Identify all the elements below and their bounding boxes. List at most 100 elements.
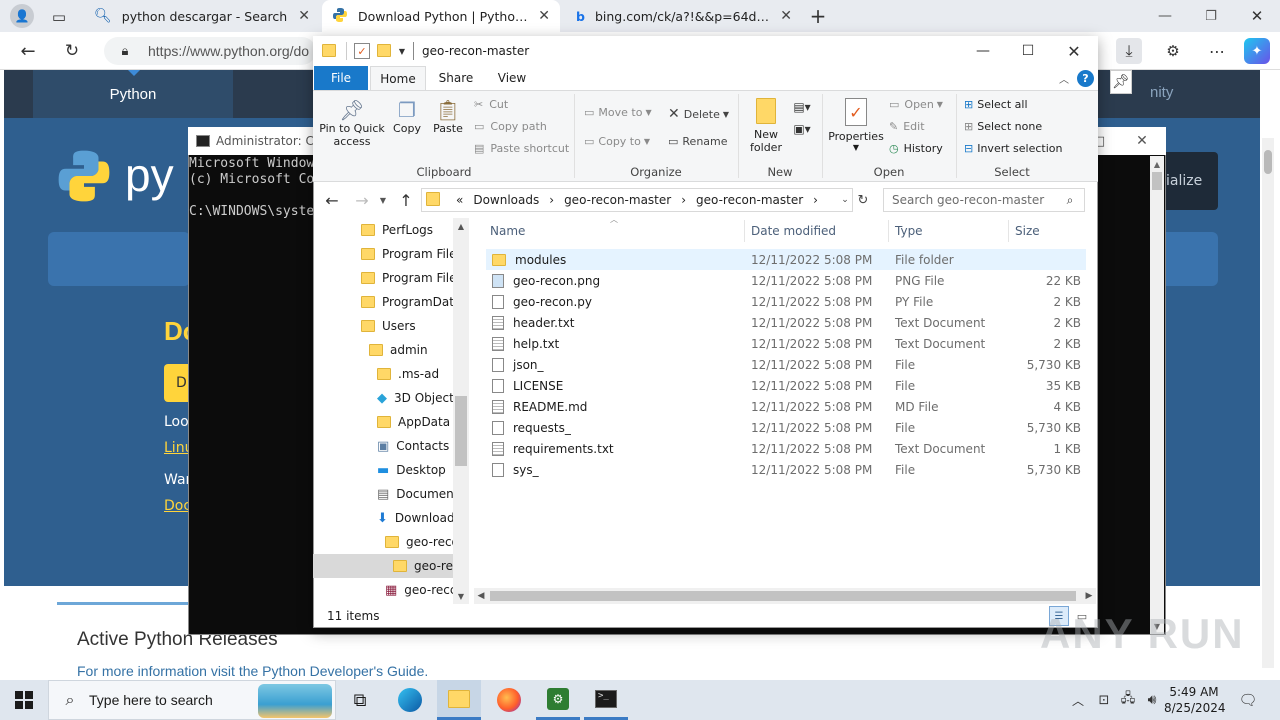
firefox-taskbar-icon[interactable]	[487, 680, 531, 720]
scroll-left-icon[interactable]: ◀	[474, 590, 488, 602]
delete-button[interactable]: ✕ Delete ▼	[668, 106, 729, 122]
nav-tree-item[interactable]: admin	[313, 338, 453, 362]
file-row[interactable]: geo-recon.png 12/11/2022 5:08 PM PNG File 2…	[486, 270, 1086, 291]
file-row[interactable]: modules 12/11/2022 5:08 PM File folder	[486, 249, 1086, 270]
move-to-button[interactable]: ▭ Move to ▼	[584, 106, 652, 119]
task-view-icon[interactable]: ⧉	[338, 680, 382, 720]
nav-tree-item[interactable]: Users	[313, 314, 453, 338]
cmd-scrollbar-thumb[interactable]	[1152, 172, 1162, 190]
tab-view[interactable]: View	[486, 66, 538, 90]
url-field[interactable]: https://www.python.org/do	[104, 37, 316, 65]
breadcrumb-downloads[interactable]: Downloads	[473, 193, 539, 207]
nav-tree-item[interactable]: ProgramData	[313, 290, 453, 314]
start-button[interactable]	[2, 680, 46, 720]
rename-button[interactable]: ▭ Rename	[668, 135, 728, 148]
docs-link[interactable]: Doc	[164, 498, 191, 514]
nav-tree-item[interactable]: Program Files	[313, 266, 453, 290]
file-row[interactable]: requests_ 12/11/2022 5:08 PM File 5,730 KB	[486, 417, 1086, 438]
customize-button[interactable]: ialize	[1160, 152, 1218, 210]
cmd-taskbar-icon[interactable]: >_	[584, 680, 628, 720]
edit-button[interactable]: ✎ Edit	[889, 120, 925, 133]
file-row[interactable]: help.txt 12/11/2022 5:08 PM Text Document 2…	[486, 333, 1086, 354]
column-header-name[interactable]: Name	[490, 221, 742, 241]
file-row[interactable]: LICENSE 12/11/2022 5:08 PM File 35 KB	[486, 375, 1086, 396]
easy-access-icon[interactable]: ▣▾	[790, 120, 814, 138]
column-header-type[interactable]: Type	[895, 221, 1005, 241]
nav-tree-item[interactable]: ▬ Desktop	[313, 458, 453, 482]
restore-browser-button[interactable]: ❐	[1200, 4, 1222, 28]
nav-scroll-up-icon[interactable]: ▲	[453, 220, 469, 232]
copy-to-button[interactable]: ▭ Copy to ▼	[584, 135, 650, 148]
open-button[interactable]: ▭ Open ▼	[889, 98, 943, 111]
cut-button[interactable]: ✂ Cut	[474, 98, 508, 111]
ethernet-icon[interactable]: 🖧	[1118, 690, 1138, 710]
hscrollbar-thumb[interactable]	[490, 591, 1076, 601]
downloads-icon[interactable]: ⤓	[1116, 38, 1142, 64]
nav-tree-item[interactable]: ▦ geo-recc	[313, 578, 453, 602]
column-divider[interactable]	[1008, 220, 1009, 242]
file-explorer-taskbar-icon[interactable]	[437, 680, 481, 720]
nav-tree-item[interactable]: ◆ 3D Objects	[313, 386, 453, 410]
forward-nav-button[interactable]: →	[352, 190, 372, 210]
select-none-button[interactable]: ⊞ Select none	[964, 120, 1042, 133]
breadcrumb-geo-recon-master-inner[interactable]: geo-recon-master	[696, 193, 803, 207]
breadcrumb-geo-recon-master[interactable]: geo-recon-master	[564, 193, 671, 207]
help-icon[interactable]: ?	[1077, 70, 1094, 87]
column-divider[interactable]	[888, 220, 889, 242]
file-row[interactable]: sys_ 12/11/2022 5:08 PM File 5,730 KB	[486, 459, 1086, 480]
lock-icon[interactable]: 🔒︎	[116, 42, 134, 60]
more-menu-icon[interactable]: ⋯	[1204, 40, 1230, 62]
properties-button[interactable]: ✓ Properties ▼	[828, 98, 884, 152]
explorer-minimize-button[interactable]: —	[972, 40, 994, 62]
tab-actions-icon[interactable]: ▭	[48, 6, 70, 28]
explorer-maximize-button[interactable]: ☐	[1017, 40, 1039, 62]
nav-tree-item[interactable]: geo-recon	[313, 530, 453, 554]
copy-button[interactable]: ❐ Copy	[390, 98, 424, 135]
new-tab-button[interactable]: +	[806, 4, 830, 28]
edge-taskbar-icon[interactable]	[388, 680, 432, 720]
cmd-close-button[interactable]: ✕	[1132, 131, 1152, 151]
breadcrumb[interactable]: « Downloads › geo-recon-master › geo-rec…	[421, 188, 853, 212]
tab-python[interactable]: Download Python | Python.org ✕	[322, 0, 560, 32]
breadcrumb-separator[interactable]: ›	[813, 193, 818, 207]
nav-scrollbar-thumb[interactable]	[455, 396, 467, 466]
paste-shortcut-button[interactable]: ▤ Paste shortcut	[474, 142, 569, 155]
profile-avatar[interactable]: 👤	[10, 4, 34, 28]
file-row[interactable]: geo-recon.py 12/11/2022 5:08 PM PY File 2 K…	[486, 291, 1086, 312]
nav-tree-item[interactable]: .ms-ad	[313, 362, 453, 386]
copilot-icon[interactable]: ✦	[1244, 38, 1270, 64]
close-browser-button[interactable]: ✕	[1246, 4, 1268, 28]
file-row[interactable]: header.txt 12/11/2022 5:08 PM Text Documen…	[486, 312, 1086, 333]
tab-file[interactable]: File	[314, 66, 368, 90]
installer-taskbar-icon[interactable]: ⚙	[536, 680, 580, 720]
new-folder-qat-icon[interactable]	[377, 44, 391, 57]
address-dropdown-icon[interactable]: ⌄	[839, 192, 851, 208]
cmd-scroll-up-icon[interactable]: ▲	[1150, 158, 1164, 170]
breadcrumb-separator[interactable]: ›	[681, 193, 686, 207]
back-nav-button[interactable]: ←	[322, 190, 342, 210]
tab-search[interactable]: 🔍︎ python descargar - Search ✕	[84, 0, 320, 32]
tab-home[interactable]: Home	[370, 66, 426, 91]
nav-tree-item[interactable]: ▤ Documents	[313, 482, 453, 506]
explorer-close-button[interactable]: ✕	[1063, 40, 1085, 62]
nav-tree-item[interactable]: AppData	[313, 410, 453, 434]
refresh-button[interactable]: ↻	[60, 40, 84, 62]
close-tab-icon[interactable]: ✕	[780, 8, 792, 24]
page-scrollbar-thumb[interactable]	[1264, 150, 1272, 174]
nav-tree-item[interactable]: ⬇ Downloads	[313, 506, 453, 530]
pin-window-icon[interactable]: 📌︎	[1110, 70, 1132, 94]
community-nav-partial[interactable]: nity	[1150, 84, 1173, 101]
up-nav-button[interactable]: ↑	[396, 190, 416, 210]
nav-scroll-down-icon[interactable]: ▼	[453, 590, 469, 602]
column-header-size[interactable]: Size	[1015, 221, 1085, 241]
scroll-right-icon[interactable]: ▶	[1082, 590, 1096, 602]
network-tray-icon[interactable]: ⊡	[1094, 690, 1114, 710]
recent-locations-icon[interactable]: ▼	[377, 192, 389, 208]
show-hidden-icons-icon[interactable]: ︿	[1068, 690, 1088, 710]
pin-quick-access-button[interactable]: 📌︎ Pin to Quick access	[318, 98, 386, 148]
page-scrollbar[interactable]	[1262, 138, 1274, 668]
file-row[interactable]: requirements.txt 12/11/2022 5:08 PM Text D…	[486, 438, 1086, 459]
tab-share[interactable]: Share	[430, 66, 482, 90]
column-header-date[interactable]: Date modified	[751, 221, 887, 241]
volume-icon[interactable]: 🔊︎	[1142, 690, 1162, 710]
